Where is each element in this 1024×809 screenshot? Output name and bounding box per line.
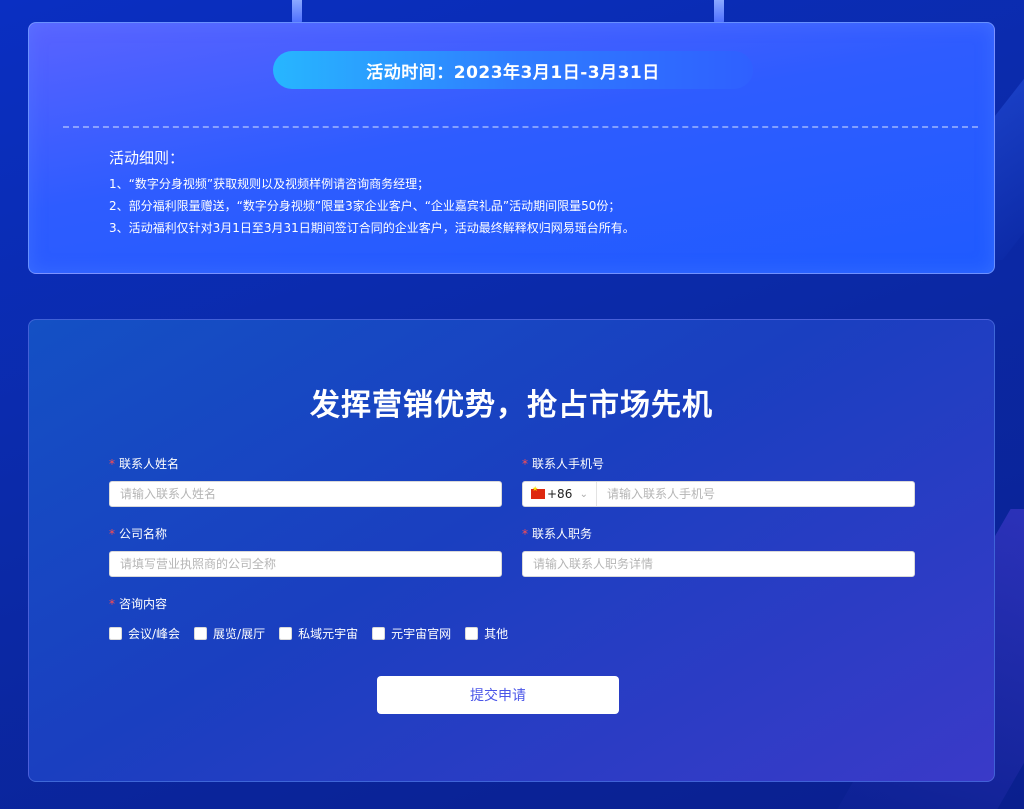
china-flag-icon: [531, 485, 545, 499]
form-title: 发挥营销优势，抢占市场先机: [310, 388, 713, 423]
required-mark: *: [522, 457, 528, 471]
required-mark: *: [109, 597, 115, 611]
company-name-field: * 公司名称: [109, 525, 502, 577]
required-mark: *: [109, 457, 115, 471]
rules-title: 活动细则：: [109, 149, 185, 167]
required-mark: *: [522, 527, 528, 541]
rules-list: 1、“数字分身视频”获取规则以及视频样例请咨询商务经理； 2、部分福利限量赠送，…: [109, 173, 635, 239]
consult-option-private-metaverse[interactable]: 私域元宇宙: [279, 625, 358, 642]
contact-phone-field: * 联系人手机号 +86 ⌄: [522, 455, 915, 507]
consult-option-exhibition[interactable]: 展览/展厅: [194, 625, 265, 642]
consult-option-meeting[interactable]: 会议/峰会: [109, 625, 180, 642]
consult-options: 会议/峰会 展览/展厅 私域元宇宙 元宇宙官网 其他: [109, 625, 522, 642]
contact-name-label: 联系人姓名: [119, 457, 180, 471]
company-name-label: 公司名称: [119, 527, 168, 541]
checkbox[interactable]: [194, 627, 208, 640]
checkbox[interactable]: [465, 627, 479, 640]
checkbox[interactable]: [372, 627, 386, 640]
contact-name-input[interactable]: [110, 482, 501, 506]
rule-item: 3、活动福利仅针对3月1日至3月31日期间签订合同的企业客户，活动最终解释权归网…: [109, 221, 635, 235]
consult-option-other[interactable]: 其他: [465, 625, 508, 642]
checkbox[interactable]: [109, 627, 122, 640]
contact-phone-label: 联系人手机号: [532, 457, 605, 471]
country-code-value: +86: [547, 487, 573, 501]
contact-position-input[interactable]: [523, 552, 914, 576]
decor-pillar-right: [714, 0, 724, 24]
dashed-divider: [63, 126, 978, 128]
country-code-select[interactable]: +86 ⌄: [523, 482, 597, 506]
chevron-down-icon: ⌄: [579, 488, 588, 500]
consult-content-label: 咨询内容: [119, 597, 168, 611]
contact-position-field: * 联系人职务: [522, 525, 915, 577]
contact-phone-input[interactable]: [597, 482, 914, 506]
contact-name-field: * 联系人姓名: [109, 455, 502, 507]
submit-button[interactable]: 提交申请: [377, 676, 619, 714]
consult-option-metaverse-site[interactable]: 元宇宙官网: [372, 625, 451, 642]
company-name-input[interactable]: [110, 552, 501, 576]
checkbox[interactable]: [279, 627, 293, 640]
contact-position-label: 联系人职务: [532, 527, 593, 541]
application-form-panel: 发挥营销优势，抢占市场先机 * 联系人姓名 * 联系人手机号 +86 ⌄ * 公…: [28, 319, 995, 782]
activity-time-pill: 活动时间：2023年3月1日-3月31日: [273, 51, 753, 89]
consult-content-field: * 咨询内容 会议/峰会 展览/展厅 私域元宇宙 元宇宙官网 其他: [109, 595, 522, 642]
activity-info-panel: 活动时间：2023年3月1日-3月31日 活动细则： 1、“数字分身视频”获取规…: [28, 22, 995, 274]
required-mark: *: [109, 527, 115, 541]
decor-pillar-left: [292, 0, 302, 24]
rule-item: 1、“数字分身视频”获取规则以及视频样例请咨询商务经理；: [109, 177, 430, 191]
rule-item: 2、部分福利限量赠送，“数字分身视频”限量3家企业客户、“企业嘉宾礼品”活动期间…: [109, 199, 621, 213]
